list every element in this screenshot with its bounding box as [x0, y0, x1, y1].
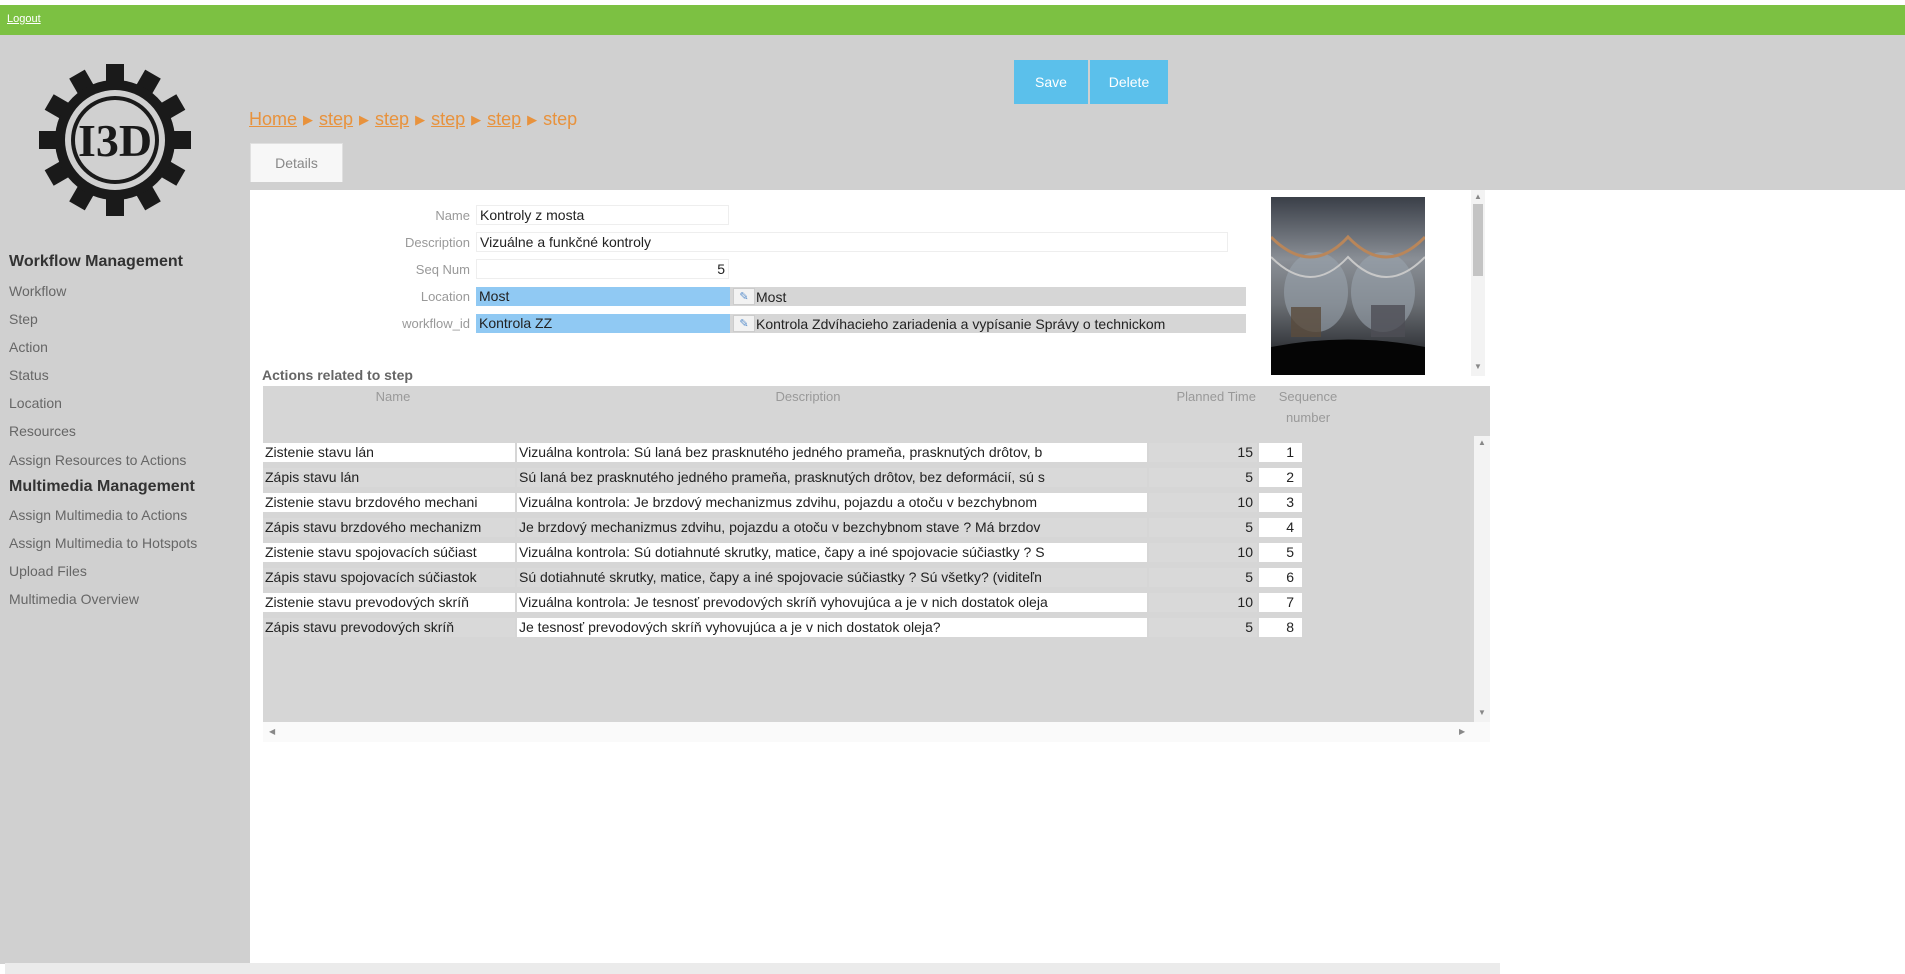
name-input[interactable]: Kontroly z mosta	[476, 205, 729, 225]
cell-name: Zápis stavu lán	[263, 468, 515, 487]
logo-text: I3D	[78, 115, 152, 166]
breadcrumb-separator-icon: ▶	[359, 112, 370, 127]
nav-item-status[interactable]: Status	[9, 367, 49, 383]
cell-name: Zistenie stavu spojovacích súčiast	[263, 543, 515, 562]
description-label: Description	[404, 235, 470, 250]
workflow-id-select[interactable]: Kontrola ZZ	[476, 314, 730, 333]
grid-vertical-scrollbar[interactable]: ▲ ▼	[1474, 436, 1490, 722]
nav-item-assign-multimedia-to-actions[interactable]: Assign Multimedia to Actions	[9, 507, 187, 523]
nav-item-assign-multimedia-to-hotspots[interactable]: Assign Multimedia to Hotspots	[9, 535, 197, 551]
cell-sequence: 7	[1259, 593, 1302, 612]
cell-description: Je brzdový mechanizmus zdvihu, pojazdu a…	[517, 518, 1147, 537]
cell-planned-time: 5	[1149, 518, 1257, 537]
cell-sequence: 8	[1259, 618, 1302, 637]
nav-group-workflow-management: Workflow Management	[9, 253, 183, 270]
nav-item-action[interactable]: Action	[9, 339, 48, 355]
breadcrumb-home[interactable]: Home	[249, 109, 297, 129]
cell-description: Vizuálna kontrola: Sú laná bez prasknuté…	[517, 443, 1147, 462]
nav-item-location[interactable]: Location	[9, 395, 62, 411]
nav-item-multimedia-overview[interactable]: Multimedia Overview	[9, 591, 139, 607]
grid-horizontal-scrollbar[interactable]: ◀ ▶	[263, 722, 1490, 742]
cell-name: Zistenie stavu brzdového mechani	[263, 493, 515, 512]
logout-link[interactable]: Logout	[7, 13, 41, 25]
cell-sequence: 3	[1259, 493, 1302, 512]
panorama-image[interactable]	[1271, 197, 1425, 375]
breadcrumb-current: step	[543, 109, 578, 129]
breadcrumb-step[interactable]: step	[431, 109, 465, 129]
page-horizontal-scrollbar[interactable]	[5, 963, 1500, 974]
cell-sequence: 6	[1259, 568, 1302, 587]
cell-planned-time: 5	[1149, 468, 1257, 487]
location-edit-icon[interactable]: ✎	[733, 288, 755, 305]
actions-section-title: Actions related to step	[262, 367, 413, 383]
cell-name: Zápis stavu prevodových skríň	[263, 618, 515, 637]
breadcrumb-separator-icon: ▶	[471, 112, 482, 127]
nav-item-resources[interactable]: Resources	[9, 423, 76, 439]
breadcrumb-separator-icon: ▶	[527, 112, 538, 127]
breadcrumb-step[interactable]: step	[319, 109, 353, 129]
column-header-name[interactable]: Name	[263, 389, 523, 404]
cell-description: Sú laná bez prasknutého jedného prameňa,…	[517, 468, 1147, 487]
cell-planned-time: 10	[1149, 543, 1257, 562]
location-lookup-text: Most	[756, 289, 787, 305]
cell-name: Zistenie stavu prevodových skríň	[263, 593, 515, 612]
name-label: Name	[435, 208, 470, 223]
form-vertical-scrollbar[interactable]: ▲ ▼	[1471, 190, 1485, 376]
cell-planned-time: 10	[1149, 493, 1257, 512]
location-select[interactable]: Most	[476, 287, 730, 306]
nav-item-assign-resources-to-actions[interactable]: Assign Resources to Actions	[9, 452, 186, 468]
actions-grid-body: Zistenie stavu lán Vizuálna kontrola: Sú…	[263, 436, 1490, 720]
cell-name: Zistenie stavu lán	[263, 443, 515, 462]
breadcrumb-separator-icon: ▶	[415, 112, 426, 127]
description-input[interactable]: Vizuálne a funkčné kontroly	[476, 232, 1228, 252]
cell-sequence: 2	[1259, 468, 1302, 487]
location-label: Location	[420, 289, 470, 304]
workflow-id-label: workflow_id	[402, 316, 470, 331]
column-header-sequence-line1[interactable]: Sequence	[1273, 389, 1343, 404]
cell-description: Je tesnosť prevodových skríň vyhovujúca …	[517, 618, 1147, 637]
column-header-planned-time[interactable]: Planned Time	[1158, 389, 1258, 404]
cell-sequence: 5	[1259, 543, 1302, 562]
cell-name: Zápis stavu spojovacích súčiastok	[263, 568, 515, 587]
cell-planned-time: 5	[1149, 568, 1257, 587]
breadcrumb-separator-icon: ▶	[303, 112, 314, 127]
cell-planned-time: 15	[1149, 443, 1257, 462]
breadcrumb-step[interactable]: step	[375, 109, 409, 129]
delete-button[interactable]: Delete	[1090, 60, 1168, 104]
nav-group-multimedia-management: Multimedia Management	[9, 478, 195, 495]
tab-details[interactable]: Details	[250, 143, 343, 182]
seq-num-label: Seq Num	[415, 262, 470, 277]
cell-sequence: 1	[1259, 443, 1302, 462]
cell-name: Zápis stavu brzdového mechanizm	[263, 518, 515, 537]
nav-item-workflow[interactable]: Workflow	[9, 283, 66, 299]
cell-description: Sú dotiahnuté skrutky, matice, čapy a in…	[517, 568, 1147, 587]
i3d-logo: I3D	[39, 64, 191, 216]
save-button[interactable]: Save	[1014, 60, 1088, 104]
cell-description: Vizuálna kontrola: Sú dotiahnuté skrutky…	[517, 543, 1147, 562]
nav-item-upload-files[interactable]: Upload Files	[9, 563, 87, 579]
seq-num-input[interactable]: 5	[476, 259, 729, 279]
cell-description: Vizuálna kontrola: Je tesnosť prevodovýc…	[517, 593, 1147, 612]
cell-sequence: 4	[1259, 518, 1302, 537]
breadcrumb-step[interactable]: step	[487, 109, 521, 129]
column-header-sequence-line2: number	[1285, 410, 1331, 425]
breadcrumb: Home ▶ step ▶ step ▶ step ▶ step ▶ step	[249, 109, 577, 130]
workflow-lookup-text: Kontrola Zdvíhacieho zariadenia a vypísa…	[756, 316, 1166, 332]
cell-description: Vizuálna kontrola: Je brzdový mechanizmu…	[517, 493, 1147, 512]
workflow-edit-icon[interactable]: ✎	[733, 315, 755, 332]
nav-item-step[interactable]: Step	[9, 311, 38, 327]
cell-planned-time: 5	[1149, 618, 1257, 637]
cell-planned-time: 10	[1149, 593, 1257, 612]
actions-grid: Name Description Planned Time Sequence n…	[263, 386, 1490, 742]
column-header-description[interactable]: Description	[523, 389, 1093, 404]
top-bar: Logout	[0, 5, 1905, 35]
